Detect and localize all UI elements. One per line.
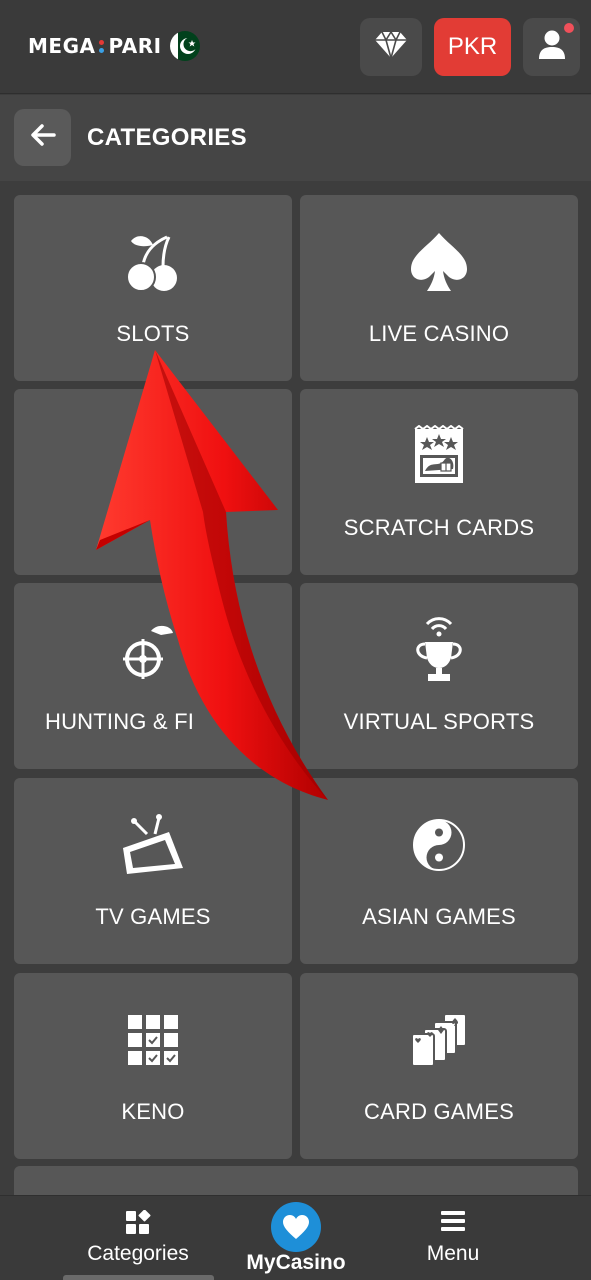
categories-title-bar: CATEGORIES xyxy=(0,95,591,181)
page-title: CATEGORIES xyxy=(87,124,247,151)
category-tile-hidden[interactable] xyxy=(14,389,292,575)
logo-text-mega: MEGA xyxy=(28,34,96,58)
categories-grid-icon xyxy=(63,1210,213,1236)
heart-icon xyxy=(271,1202,321,1252)
category-tile-tv-games[interactable]: TV GAMES xyxy=(14,778,292,964)
category-tile-scratch-cards[interactable]: SCRATCH CARDS xyxy=(300,389,578,575)
back-button[interactable] xyxy=(14,109,71,166)
hunting-fishing-icon xyxy=(14,619,292,681)
trophy-icon xyxy=(300,617,578,681)
currency-button[interactable]: PKR xyxy=(434,18,511,76)
spade-icon xyxy=(300,231,578,293)
user-account-button[interactable] xyxy=(523,18,580,76)
logo-separator-icon xyxy=(99,39,105,53)
category-label: TV GAMES xyxy=(95,904,211,929)
category-tile-hunting-fishing[interactable]: HUNTING & FI xyxy=(14,583,292,769)
nav-categories[interactable]: Categories xyxy=(63,1196,213,1280)
category-tile-virtual-sports[interactable]: VIRTUAL SPORTS xyxy=(300,583,578,769)
category-label: SCRATCH CARDS xyxy=(343,515,535,540)
scratch-card-icon xyxy=(300,425,578,487)
user-icon xyxy=(538,30,566,65)
pakistan-flag-icon xyxy=(169,31,200,61)
nav-mycasino[interactable]: MyCasino xyxy=(240,1196,352,1280)
nav-mycasino-label: MyCasino xyxy=(246,1251,346,1274)
category-label: LIVE CASINO xyxy=(368,321,510,346)
category-label: KENO xyxy=(121,1099,185,1124)
bottom-navigation: Categories MyCasino Menu xyxy=(0,1195,591,1280)
category-label: ASIAN GAMES xyxy=(362,904,516,929)
keno-grid-icon xyxy=(14,1009,292,1071)
category-tile-keno[interactable]: KENO xyxy=(14,973,292,1159)
notification-dot xyxy=(564,23,574,33)
cards-icon xyxy=(300,1009,578,1071)
category-tile-slots[interactable]: SLOTS xyxy=(14,195,292,381)
category-label: CARD GAMES xyxy=(364,1099,514,1124)
vip-diamond-button[interactable] xyxy=(360,18,422,76)
category-label: VIRTUAL SPORTS xyxy=(343,709,535,734)
top-header: MEGA PARI PKR xyxy=(0,0,591,94)
nav-menu[interactable]: Menu xyxy=(393,1196,513,1280)
yin-yang-icon xyxy=(300,814,578,876)
active-tab-indicator xyxy=(63,1275,214,1280)
hidden-icon xyxy=(14,425,292,487)
megapari-logo[interactable]: MEGA PARI xyxy=(28,30,200,62)
category-tile-card-games[interactable]: CARD GAMES xyxy=(300,973,578,1159)
hamburger-menu-icon xyxy=(393,1210,513,1232)
category-label: HUNTING & FI xyxy=(45,709,195,734)
logo-text-pari: PARI xyxy=(108,34,162,58)
cherries-icon xyxy=(14,231,292,293)
arrow-left-icon xyxy=(30,124,56,151)
category-tile-asian-games[interactable]: ASIAN GAMES xyxy=(300,778,578,964)
category-label: SLOTS xyxy=(116,321,190,346)
diamond-icon xyxy=(374,29,408,64)
category-tile-live-casino[interactable]: LIVE CASINO xyxy=(300,195,578,381)
nav-categories-label: Categories xyxy=(87,1242,189,1265)
tv-icon xyxy=(14,814,292,876)
nav-menu-label: Menu xyxy=(426,1242,480,1265)
